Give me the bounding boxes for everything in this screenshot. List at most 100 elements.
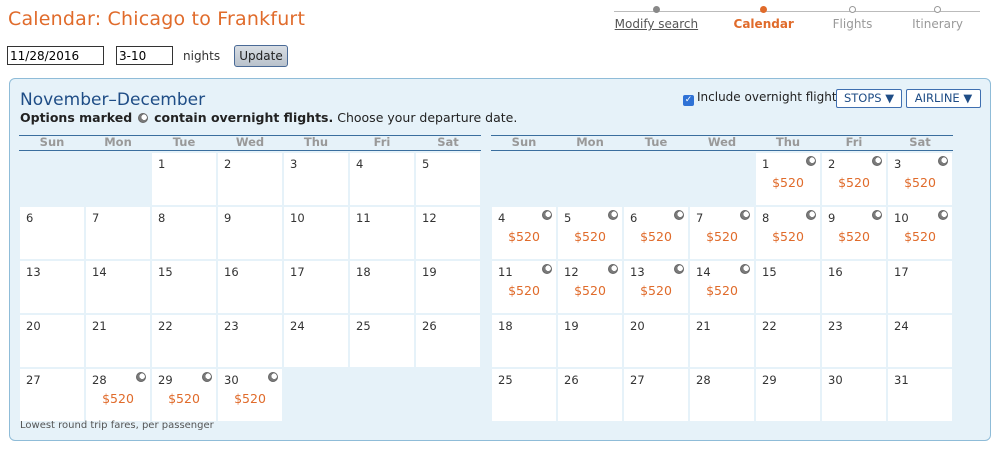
day-cell[interactable]: 13 $520 (624, 261, 688, 313)
day-fare[interactable]: $520 (888, 229, 952, 244)
day-fare[interactable]: $520 (492, 229, 556, 244)
step-dot (760, 6, 768, 13)
day-number: 1 (158, 157, 166, 171)
weekday-wed: Wed (707, 135, 737, 149)
day-number: 12 (564, 265, 579, 279)
weekday-wed: Wed (235, 135, 265, 149)
day-cell[interactable]: 10 $520 (888, 207, 952, 259)
day-number: 6 (630, 211, 638, 225)
day-cell: 26 (558, 369, 622, 421)
overnight-moon-icon (872, 210, 882, 220)
day-cell[interactable]: 8 $520 (756, 207, 820, 259)
day-cell: 13 (20, 261, 84, 313)
stops-dropdown[interactable]: STOPS ▼ (836, 89, 902, 108)
departure-date-input[interactable] (7, 46, 104, 65)
weekday-tue: Tue (172, 135, 196, 149)
step-label[interactable]: Modify search (606, 17, 706, 31)
day-cell: 24 (284, 315, 348, 367)
day-number: 28 (92, 373, 107, 387)
day-cell: 22 (756, 315, 820, 367)
day-number: 4 (498, 211, 506, 225)
day-fare[interactable]: $520 (492, 283, 556, 298)
step-modify-search[interactable]: Modify search (606, 6, 706, 31)
airline-dropdown[interactable]: AIRLINE ▼ (906, 89, 981, 108)
day-number: 9 (828, 211, 836, 225)
day-number: 26 (422, 319, 437, 333)
day-fare[interactable]: $520 (152, 391, 216, 406)
day-cell: 15 (152, 261, 216, 313)
day-cell[interactable]: 5 $520 (558, 207, 622, 259)
day-cell[interactable]: 7 $520 (690, 207, 754, 259)
include-overnight-checkbox[interactable]: ✓ Include overnight flights (683, 90, 843, 106)
day-number: 21 (92, 319, 107, 333)
calendar-title: November–December (20, 90, 206, 110)
day-number: 31 (894, 373, 909, 387)
step-label: Calendar (733, 17, 794, 31)
day-fare[interactable]: $520 (690, 283, 754, 298)
step-itinerary: Itinerary (888, 6, 988, 31)
day-number: 14 (696, 265, 711, 279)
day-cell: 30 (822, 369, 886, 421)
day-cell[interactable]: 9 $520 (822, 207, 886, 259)
day-fare[interactable]: $520 (218, 391, 282, 406)
day-cell[interactable]: 6 $520 (624, 207, 688, 259)
overnight-moon-icon (136, 372, 146, 382)
day-number: 25 (498, 373, 513, 387)
day-number: 2 (224, 157, 232, 171)
day-fare[interactable]: $520 (756, 175, 820, 190)
day-cell: 19 (558, 315, 622, 367)
day-cell: 4 (350, 153, 414, 205)
day-number: 27 (26, 373, 41, 387)
day-cell: 18 (492, 315, 556, 367)
day-fare[interactable]: $520 (624, 229, 688, 244)
day-number: 15 (158, 265, 173, 279)
day-cell: 7 (86, 207, 150, 259)
day-number: 7 (696, 211, 704, 225)
weekday-tue: Tue (644, 135, 668, 149)
day-number: 1 (762, 157, 770, 171)
day-cell[interactable]: 14 $520 (690, 261, 754, 313)
day-number: 22 (158, 319, 173, 333)
nights-input[interactable] (116, 46, 173, 65)
day-cell[interactable]: 12 $520 (558, 261, 622, 313)
day-cell[interactable]: 4 $520 (492, 207, 556, 259)
day-fare[interactable]: $520 (558, 283, 622, 298)
day-number: 8 (158, 211, 166, 225)
day-number: 24 (894, 319, 909, 333)
day-cell: 21 (86, 315, 150, 367)
day-fare[interactable]: $520 (86, 391, 150, 406)
overnight-moon-icon (674, 210, 684, 220)
day-fare[interactable]: $520 (624, 283, 688, 298)
day-cell: 1 (152, 153, 216, 205)
overnight-moon-icon (806, 156, 816, 166)
day-cell: 23 (218, 315, 282, 367)
day-fare[interactable]: $520 (558, 229, 622, 244)
day-number: 13 (630, 265, 645, 279)
day-cell: 8 (152, 207, 216, 259)
day-cell[interactable]: 1 $520 (756, 153, 820, 205)
day-number: 7 (92, 211, 100, 225)
day-number: 26 (564, 373, 579, 387)
step-dot (652, 6, 660, 13)
day-cell: 5 (416, 153, 480, 205)
update-button[interactable]: Update (234, 45, 288, 67)
day-fare[interactable]: $520 (690, 229, 754, 244)
calendar-panel: November–December Options marked contain… (9, 78, 991, 441)
day-cell[interactable]: 11 $520 (492, 261, 556, 313)
weekday-sun: Sun (511, 135, 537, 149)
day-cell[interactable]: 3 $520 (888, 153, 952, 205)
include-overnight-label: Include overnight flights (697, 90, 843, 104)
day-cell[interactable]: 30 $520 (218, 369, 282, 421)
day-cell[interactable]: 29 $520 (152, 369, 216, 421)
day-number: 29 (158, 373, 173, 387)
day-cell[interactable]: 28 $520 (86, 369, 150, 421)
day-fare[interactable]: $520 (888, 175, 952, 190)
checkbox-checked-icon[interactable]: ✓ (683, 95, 694, 106)
day-fare[interactable]: $520 (822, 229, 886, 244)
progress-steps: Modify search Calendar Flights Itinerary (612, 6, 982, 36)
day-fare[interactable]: $520 (822, 175, 886, 190)
day-number: 11 (356, 211, 371, 225)
day-cell[interactable]: 2 $520 (822, 153, 886, 205)
day-fare[interactable]: $520 (756, 229, 820, 244)
subtitle-rest: Choose your departure date. (337, 110, 518, 125)
